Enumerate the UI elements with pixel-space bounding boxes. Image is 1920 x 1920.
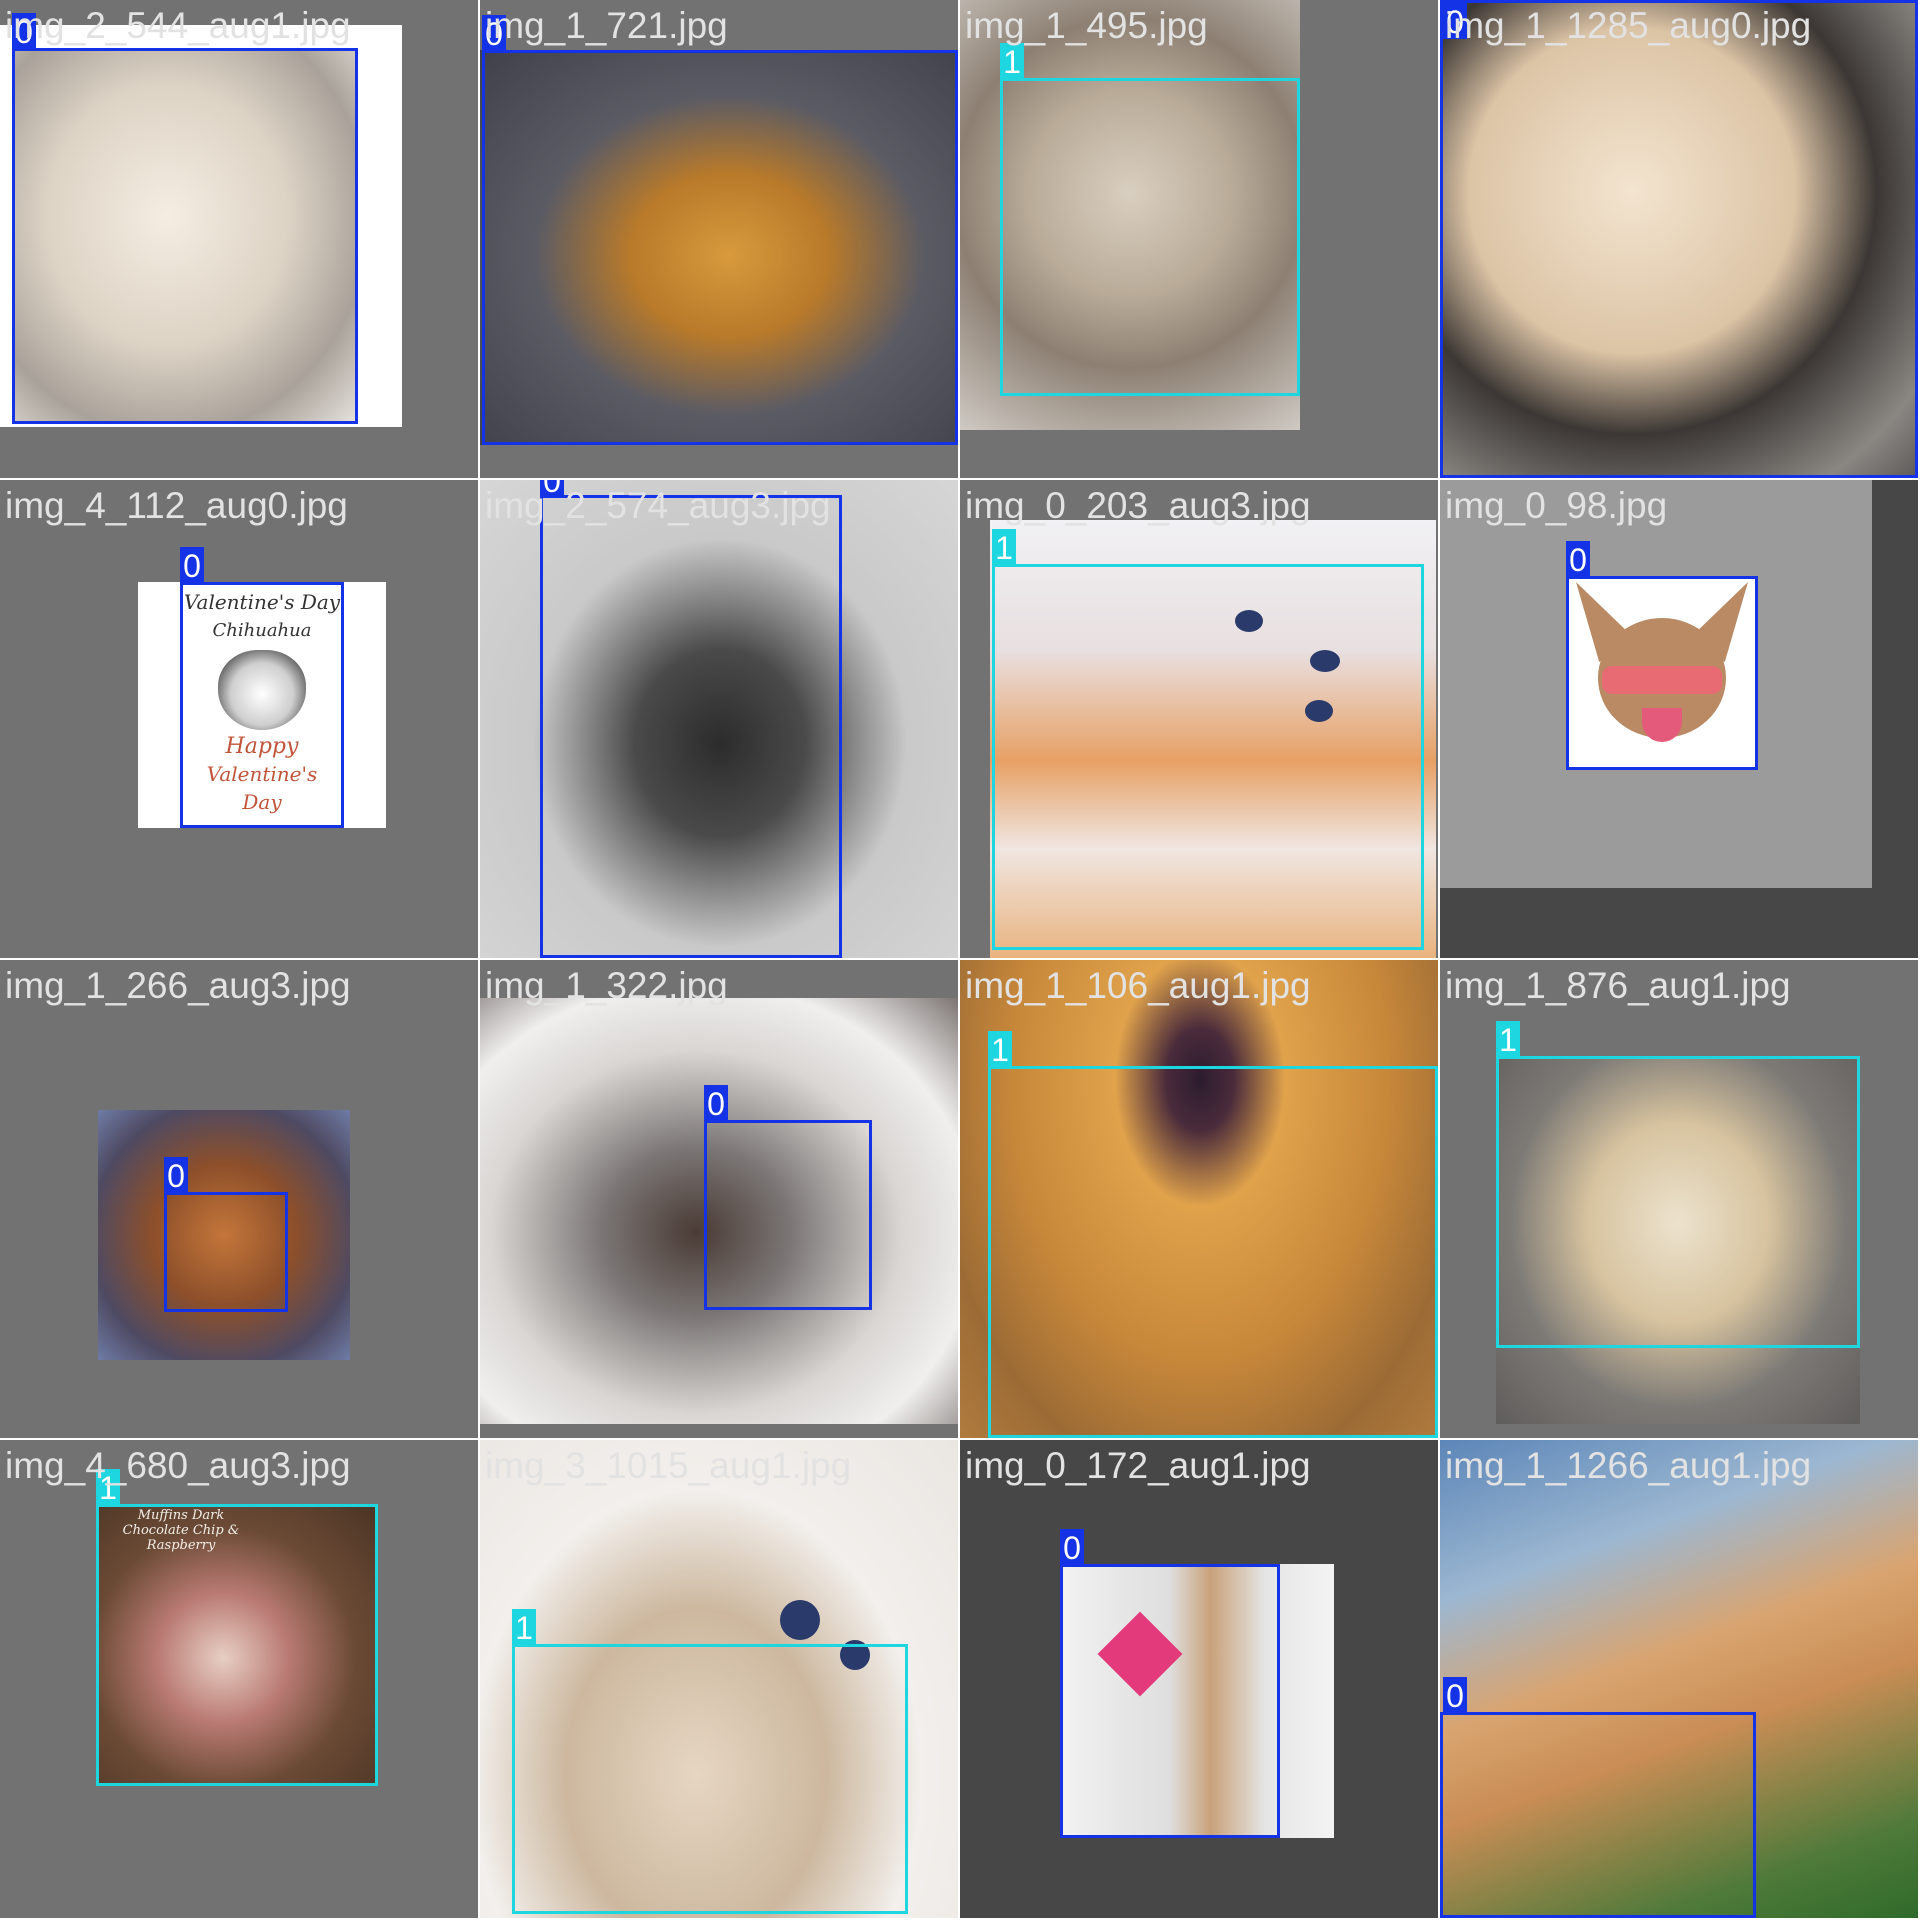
- grid-tile[interactable]: img_0_203_aug3.jpg 1: [960, 480, 1440, 960]
- class-label: 0: [1060, 1529, 1084, 1566]
- bounding-box: 0: [12, 13, 358, 424]
- grid-tile[interactable]: img_0_172_aug1.jpg 0: [960, 1440, 1440, 1920]
- grid-tile[interactable]: img_3_1015_aug1.jpg 1: [480, 1440, 960, 1920]
- image-filename: img_4_112_aug0.jpg: [5, 485, 348, 526]
- bounding-box: 0: [482, 15, 958, 445]
- class-label: 0: [180, 547, 204, 584]
- bounding-box: 0: [540, 480, 842, 958]
- grid-tile[interactable]: img_1_876_aug1.jpg 1: [1440, 960, 1920, 1440]
- grid-tile[interactable]: img_1_1285_aug0.jpg 0: [1440, 0, 1920, 480]
- image-filename: img_2_544_aug1.jpg: [5, 5, 351, 46]
- grid-tile[interactable]: img_1_721.jpg 0: [480, 0, 960, 480]
- image-filename: img_2_574_aug3.jpg: [485, 485, 831, 526]
- class-label: 0: [164, 1157, 188, 1194]
- image-filename: img_1_1285_aug0.jpg: [1445, 5, 1812, 46]
- image-filename: img_1_495.jpg: [965, 5, 1208, 46]
- class-label: 1: [1496, 1021, 1520, 1058]
- class-label: 0: [1566, 541, 1590, 578]
- image-filename: img_1_266_aug3.jpg: [5, 965, 351, 1006]
- image-filename: img_1_876_aug1.jpg: [1445, 965, 1791, 1006]
- image-filename: img_0_172_aug1.jpg: [965, 1445, 1311, 1486]
- grid-tile[interactable]: img_2_574_aug3.jpg 0: [480, 480, 960, 960]
- blueberry-icon: [780, 1600, 820, 1640]
- grid-tile[interactable]: Muffins Dark Chocolate Chip & Raspberry …: [0, 1440, 480, 1920]
- bounding-box: 0: [1060, 1529, 1280, 1838]
- image-filename: img_1_1266_aug1.jpg: [1445, 1445, 1812, 1486]
- bounding-box: 1: [96, 1469, 378, 1786]
- image-filename: img_3_1015_aug1.jpg: [485, 1445, 852, 1486]
- class-label: 1: [512, 1609, 536, 1646]
- grid-tile[interactable]: Valentine's Day Chihuahua Happy Valentin…: [0, 480, 480, 960]
- bounding-box: 0: [1440, 1677, 1756, 1918]
- grid-tile[interactable]: img_1_322.jpg 0: [480, 960, 960, 1440]
- class-label: 0: [1443, 1677, 1467, 1714]
- class-label: 1: [1000, 43, 1024, 80]
- class-label: 0: [704, 1085, 728, 1122]
- bounding-box: 0: [164, 1157, 288, 1312]
- bounding-box: 1: [988, 1031, 1438, 1438]
- bounding-box: 0: [1566, 541, 1758, 770]
- image-filename: img_0_203_aug3.jpg: [965, 485, 1311, 526]
- image-filename: img_0_98.jpg: [1445, 485, 1668, 526]
- grid-tile[interactable]: img_2_544_aug1.jpg 0: [0, 0, 480, 480]
- image-filename: img_1_106_aug1.jpg: [965, 965, 1311, 1006]
- image-filename: img_1_322.jpg: [485, 965, 728, 1006]
- grid-tile[interactable]: img_1_1266_aug1.jpg 0: [1440, 1440, 1920, 1920]
- bounding-box: 1: [1000, 43, 1300, 396]
- bounding-box: 1: [992, 529, 1424, 950]
- bounding-box: 1: [512, 1609, 908, 1914]
- image-filename: img_4_680_aug3.jpg: [5, 1445, 351, 1486]
- grid-tile[interactable]: img_1_495.jpg 1: [960, 0, 1440, 480]
- image-grid: img_2_544_aug1.jpg 0 img_1_721.jpg 0 img…: [0, 0, 1920, 1920]
- class-label: 1: [988, 1031, 1012, 1068]
- class-label: 1: [992, 529, 1016, 566]
- grid-tile[interactable]: img_1_106_aug1.jpg 1: [960, 960, 1440, 1440]
- grid-tile[interactable]: img_1_266_aug3.jpg 0: [0, 960, 480, 1440]
- bounding-box: 0: [704, 1085, 872, 1310]
- image-filename: img_1_721.jpg: [485, 5, 728, 46]
- bounding-box: 0: [1440, 0, 1918, 478]
- grid-tile[interactable]: img_0_98.jpg 0: [1440, 480, 1920, 960]
- bounding-box: 0: [180, 547, 344, 828]
- bounding-box: 1: [1496, 1021, 1860, 1348]
